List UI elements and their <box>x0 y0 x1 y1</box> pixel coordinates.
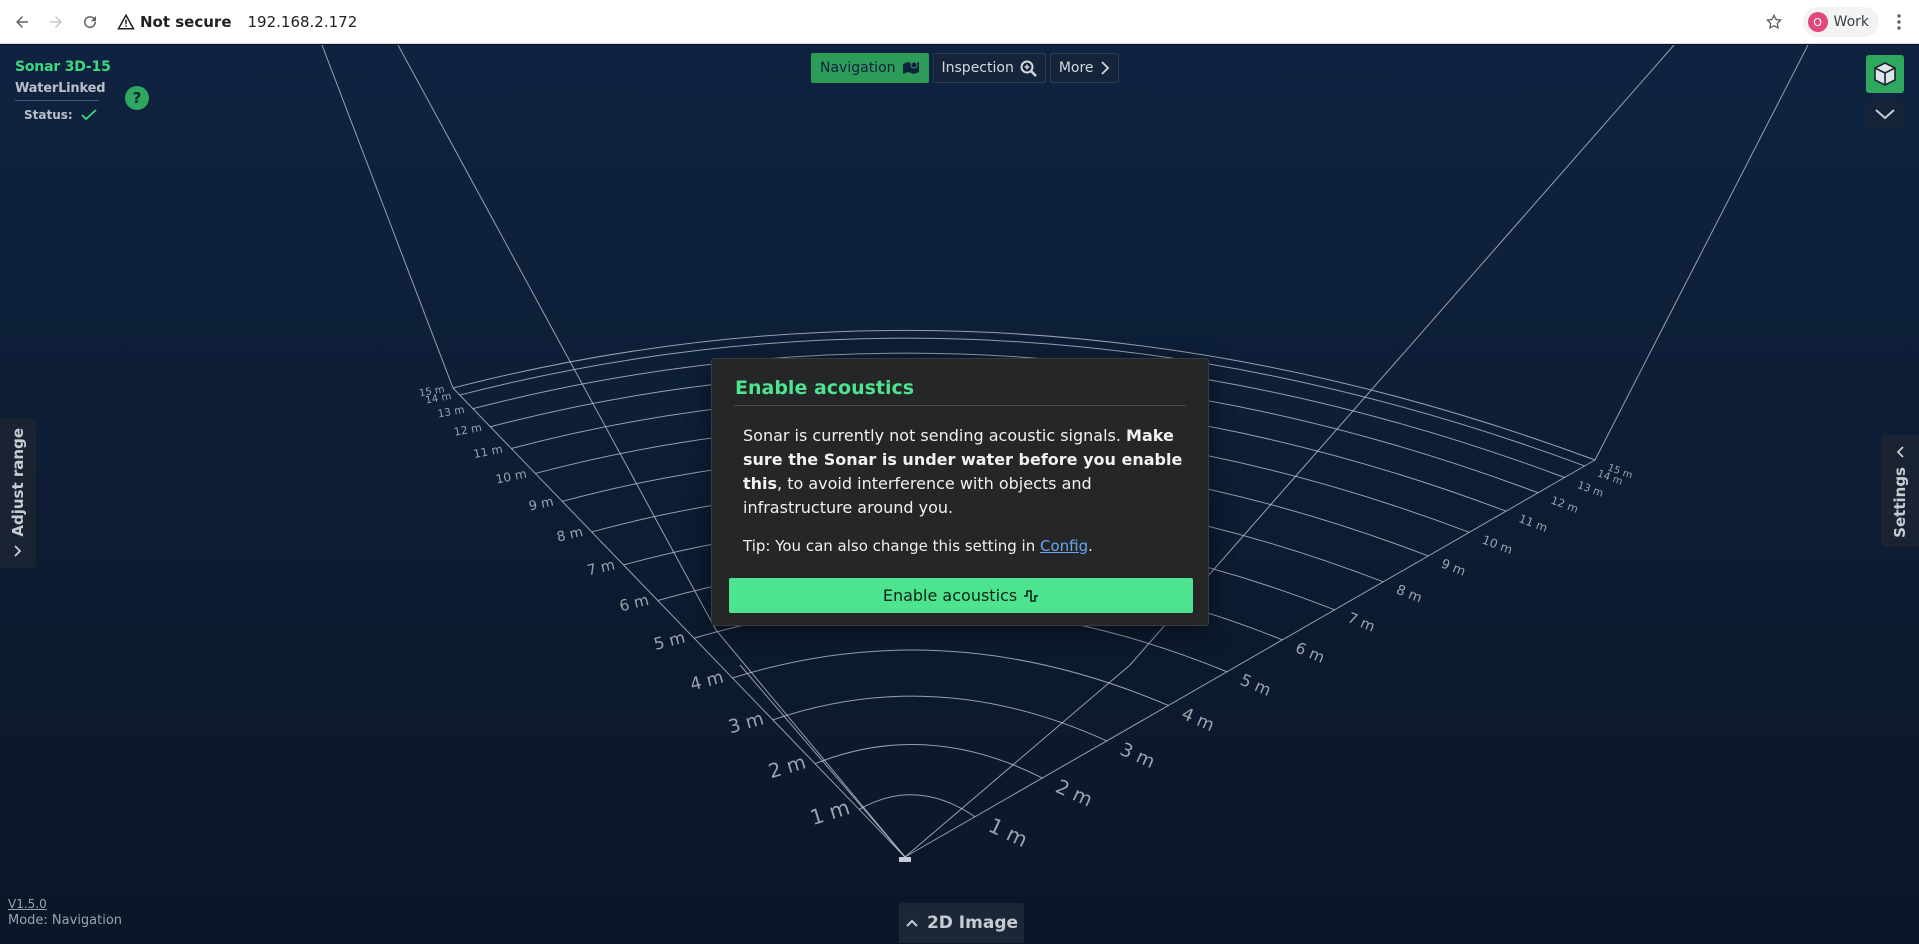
chevron-right-icon <box>14 545 22 557</box>
profile-button[interactable]: O Work <box>1802 7 1879 37</box>
status-label: Status: <box>24 108 73 122</box>
tip-suffix: . <box>1088 537 1093 555</box>
dialog-message-start: Sonar is currently not sending acoustic … <box>743 426 1127 445</box>
enable-acoustics-button[interactable]: Enable acoustics <box>729 578 1193 613</box>
inspection-mode-label: Inspection <box>941 60 1014 76</box>
range-label-right: 1 m <box>985 813 1032 852</box>
2d-image-label: 2D Image <box>926 913 1019 933</box>
enable-acoustics-label: Enable acoustics <box>882 586 1018 605</box>
url-text: 192.168.2.172 <box>247 12 358 31</box>
address-bar[interactable]: Not secure 192.168.2.172 <box>117 6 357 38</box>
dialog-tip: Tip: You can also change this setting in… <box>743 537 1093 555</box>
range-label-left: 12 m <box>453 421 483 439</box>
range-label-right: 4 m <box>1178 704 1217 736</box>
adjust-range-label: Adjust range <box>9 427 27 537</box>
avatar: O <box>1807 12 1828 32</box>
security-indicator[interactable]: Not secure <box>117 13 232 31</box>
range-label-left: 2 m <box>766 750 809 783</box>
range-label-right: 9 m <box>1439 557 1468 580</box>
star-icon <box>1765 13 1783 30</box>
brand-divider <box>15 100 99 101</box>
reload-button[interactable] <box>73 5 107 39</box>
range-label-left: 1 m <box>807 795 852 830</box>
inspection-mode-button[interactable]: Inspection <box>932 53 1046 83</box>
dialog-message: Sonar is currently not sending acoustic … <box>743 424 1183 520</box>
collapse-panel-button[interactable] <box>1866 99 1904 129</box>
chevron-right-icon <box>1100 61 1109 75</box>
range-label-right: 12 m <box>1549 494 1580 516</box>
more-button[interactable]: More <box>1049 53 1119 83</box>
range-label-left: 3 m <box>726 708 766 738</box>
version-link[interactable]: V1.5.0 <box>8 897 47 911</box>
range-label-left: 8 m <box>555 524 584 545</box>
dialog-message-end: , to avoid interference with objects and… <box>743 474 1092 517</box>
range-label-right: 5 m <box>1237 670 1274 700</box>
mode-switcher: Navigation Inspection More <box>811 53 1119 83</box>
more-label: More <box>1058 60 1094 76</box>
2d-image-toggle[interactable]: 2D Image <box>899 903 1024 943</box>
status-indicator: Status: <box>24 108 111 122</box>
range-label-right: 2 m <box>1052 775 1096 812</box>
magnify-icon <box>1020 60 1037 77</box>
security-label: Not secure <box>140 12 232 31</box>
arrow-left-icon <box>16 15 28 28</box>
config-link[interactable]: Config <box>1040 537 1088 555</box>
range-label-right: 8 m <box>1394 582 1424 607</box>
profile-name: Work <box>1833 14 1869 30</box>
dialog-divider <box>734 405 1186 406</box>
navigation-mode-button[interactable]: Navigation <box>811 53 929 83</box>
range-label-left: 10 m <box>495 467 528 487</box>
chevron-left-icon <box>1896 445 1904 458</box>
range-label-left: 13 m <box>437 404 466 421</box>
map-icon <box>902 61 919 74</box>
settings-tab[interactable]: Settings <box>1881 435 1919 547</box>
adjust-range-tab[interactable]: Adjust range <box>0 418 36 568</box>
range-label-left: 7 m <box>586 557 617 579</box>
range-label-left: 9 m <box>528 495 555 515</box>
range-label-right: 11 m <box>1517 511 1550 535</box>
more-vertical-icon <box>1897 14 1901 30</box>
range-label-right: 13 m <box>1576 479 1605 500</box>
forward-button[interactable] <box>39 5 73 39</box>
current-mode-text: Mode: Navigation <box>8 913 123 928</box>
product-name: Sonar 3D-15 <box>15 59 111 75</box>
range-arc <box>732 649 1169 706</box>
dialog-title: Enable acoustics <box>735 377 915 399</box>
browser-toolbar: Not secure 192.168.2.172 O Work <box>0 0 1919 44</box>
range-arc <box>858 794 976 818</box>
chevron-down-icon <box>1875 109 1895 120</box>
warning-icon <box>117 13 135 29</box>
range-label-right: 7 m <box>1345 610 1377 635</box>
bookmark-button[interactable] <box>1759 7 1789 37</box>
chevron-up-icon <box>906 919 918 927</box>
navigation-mode-label: Navigation <box>820 60 896 76</box>
range-label-left: 6 m <box>618 591 651 615</box>
arrow-right-icon <box>50 15 62 28</box>
range-label-right: 10 m <box>1480 533 1514 557</box>
sonar-viewport[interactable]: 15 m 14 m 13 m 12 m 11 m 10 m9 m8 m7 m6 m5 m4… <box>0 45 1919 944</box>
tip-text: Tip: You can also change this setting in <box>743 537 1040 555</box>
range-label-left: 11 m <box>472 442 504 461</box>
range-arc <box>772 695 1107 742</box>
cube-icon <box>1874 62 1896 86</box>
check-icon <box>81 109 97 121</box>
range-label-right: 3 m <box>1117 739 1158 773</box>
view-cube-button[interactable] <box>1866 55 1904 93</box>
range-arc <box>814 743 1043 779</box>
pulse-wave-icon <box>1024 589 1039 602</box>
reload-icon <box>84 15 97 28</box>
help-button[interactable]: ? <box>125 86 149 110</box>
settings-label: Settings <box>1891 466 1909 538</box>
range-label-left: 4 m <box>688 668 726 696</box>
branding: Sonar 3D-15 WaterLinked Status: <box>15 59 111 122</box>
waterlinked-logo: WaterLinked <box>15 81 106 96</box>
enable-acoustics-dialog: Enable acoustics Sonar is currently not … <box>711 358 1209 626</box>
sonar-device-marker <box>899 857 911 862</box>
back-button[interactable] <box>5 5 39 39</box>
browser-menu-button[interactable] <box>1887 7 1911 37</box>
range-label-left: 5 m <box>652 628 687 654</box>
range-label-right: 6 m <box>1293 639 1327 667</box>
